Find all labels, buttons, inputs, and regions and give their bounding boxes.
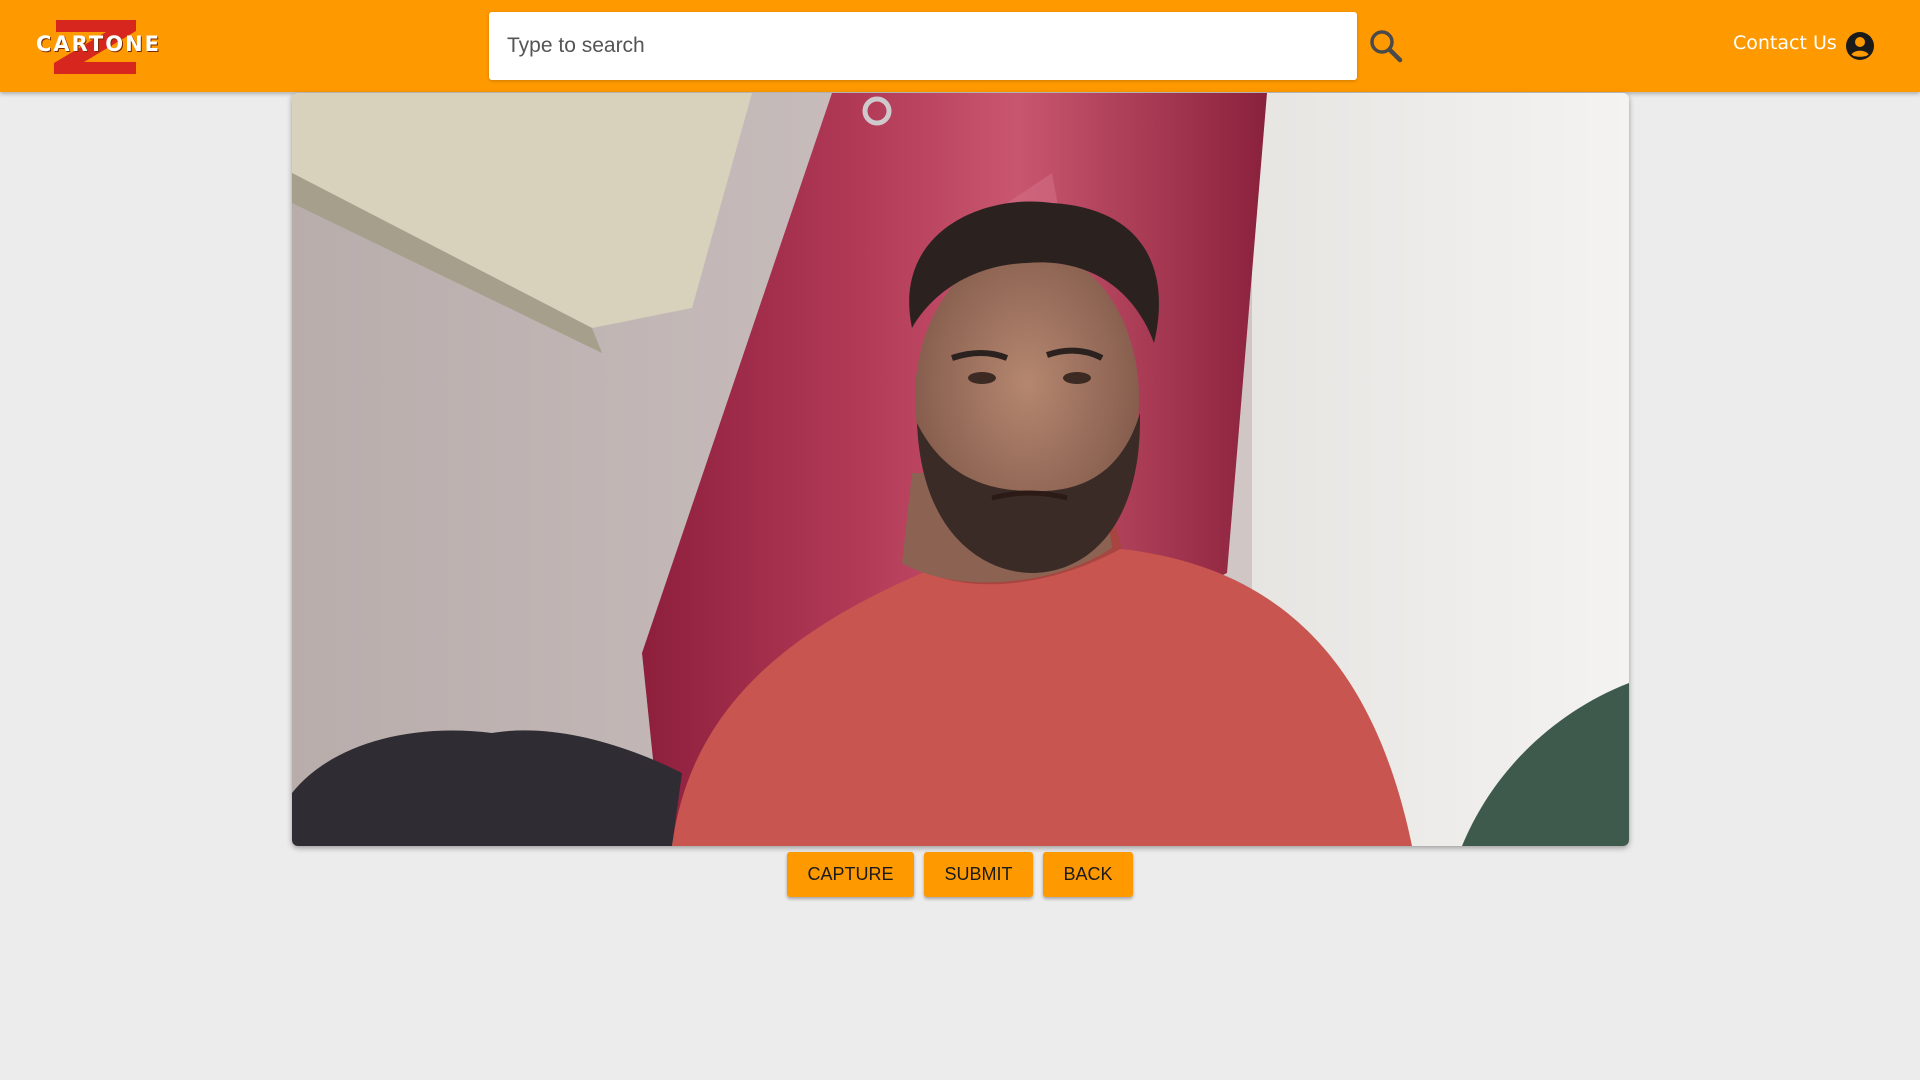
contact-us-link[interactable]: Contact Us [1733,32,1837,54]
webcam-preview [292,93,1629,846]
logo-text: CARTONE [36,32,161,56]
back-button[interactable]: BACK [1043,852,1133,897]
app-logo[interactable]: CARTONE [32,18,161,76]
search-box [489,12,1357,80]
app-bar: CARTONE Contact Us [0,0,1920,92]
action-buttons: CAPTURE SUBMIT BACK [0,852,1920,897]
search-input[interactable] [489,12,1357,80]
search-icon[interactable] [1367,27,1405,65]
submit-button[interactable]: SUBMIT [924,852,1033,897]
account-circle-icon[interactable] [1845,31,1875,61]
capture-button[interactable]: CAPTURE [787,852,914,897]
